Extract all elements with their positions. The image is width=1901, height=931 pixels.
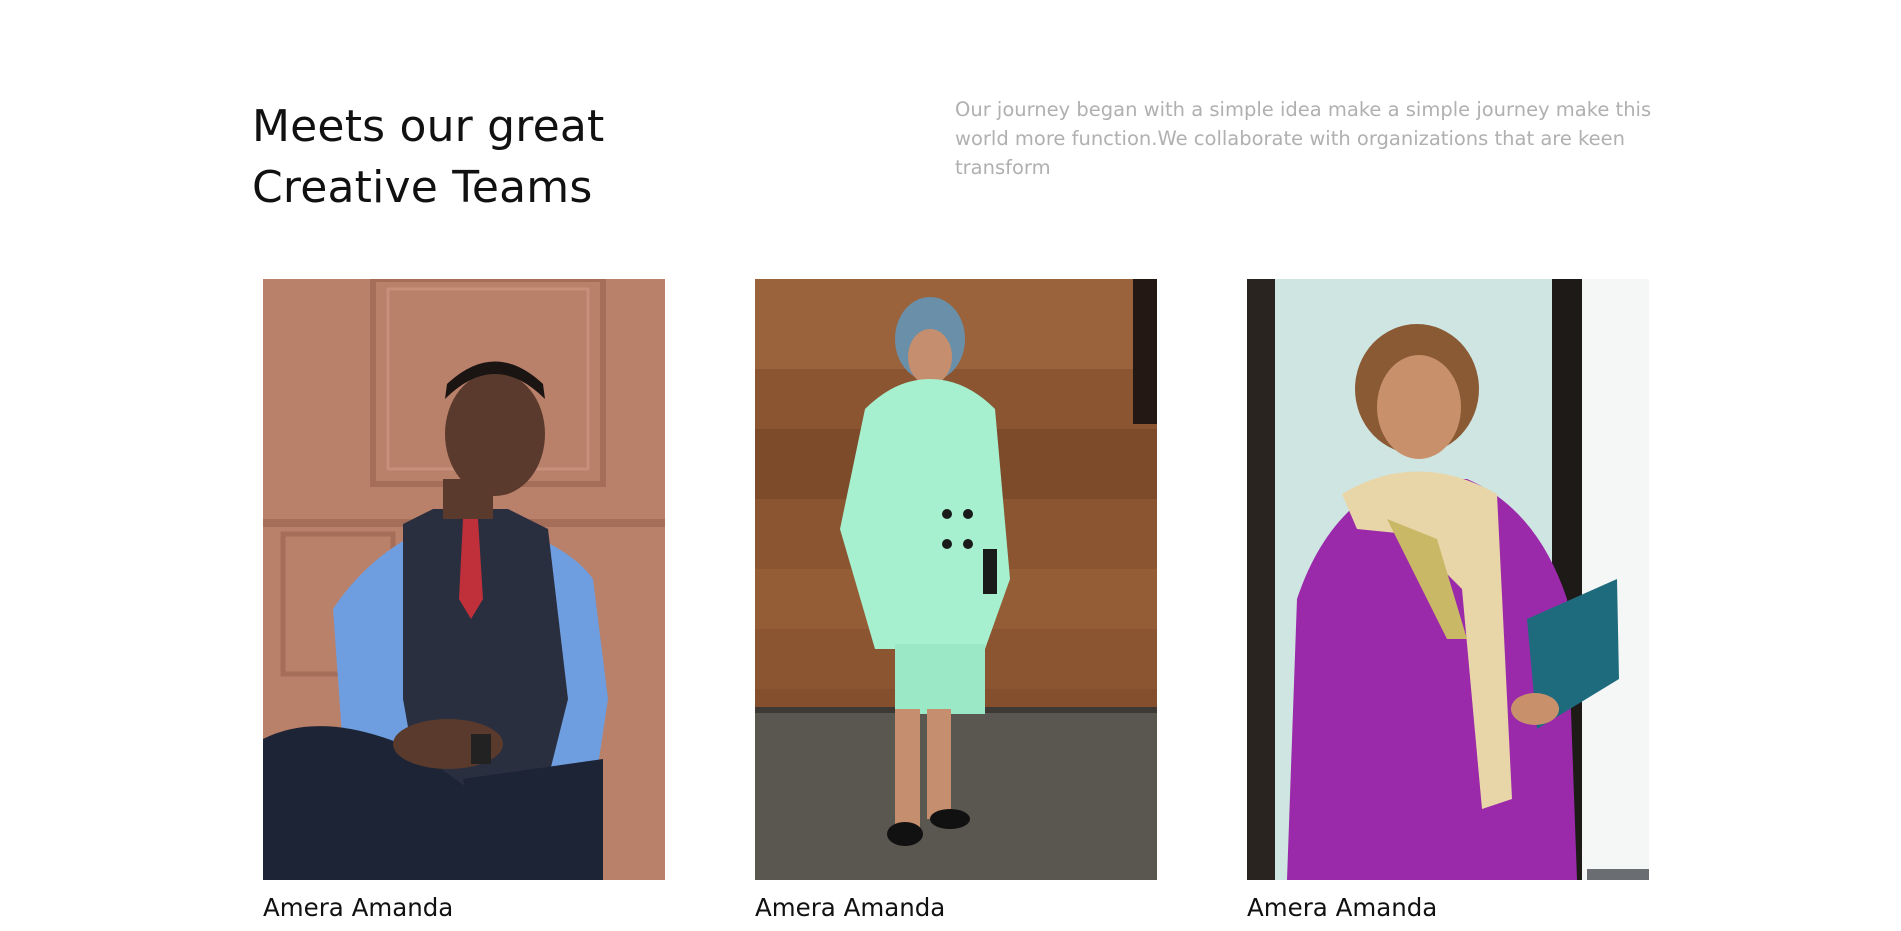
section-title: Meets our great Creative Teams bbox=[252, 96, 812, 218]
section-title-line-1: Meets our great bbox=[252, 101, 605, 152]
team-member-photo bbox=[1247, 279, 1649, 880]
team-card[interactable]: Amera Amanda bbox=[1247, 279, 1649, 924]
team-member-photo bbox=[263, 279, 665, 880]
team-member-name[interactable]: Amera Amanda bbox=[263, 892, 665, 924]
team-section: Meets our great Creative Teams Our journ… bbox=[0, 0, 1901, 931]
team-card[interactable]: Amera Amanda bbox=[755, 279, 1157, 924]
team-member-name[interactable]: Amera Amanda bbox=[755, 892, 1157, 924]
section-description: Our journey began with a simple idea mak… bbox=[955, 98, 1652, 179]
team-card[interactable]: Amera Amanda bbox=[263, 279, 665, 924]
team-member-name[interactable]: Amera Amanda bbox=[1247, 892, 1649, 924]
section-title-line-2: Creative Teams bbox=[252, 162, 593, 213]
team-member-photo bbox=[755, 279, 1157, 880]
